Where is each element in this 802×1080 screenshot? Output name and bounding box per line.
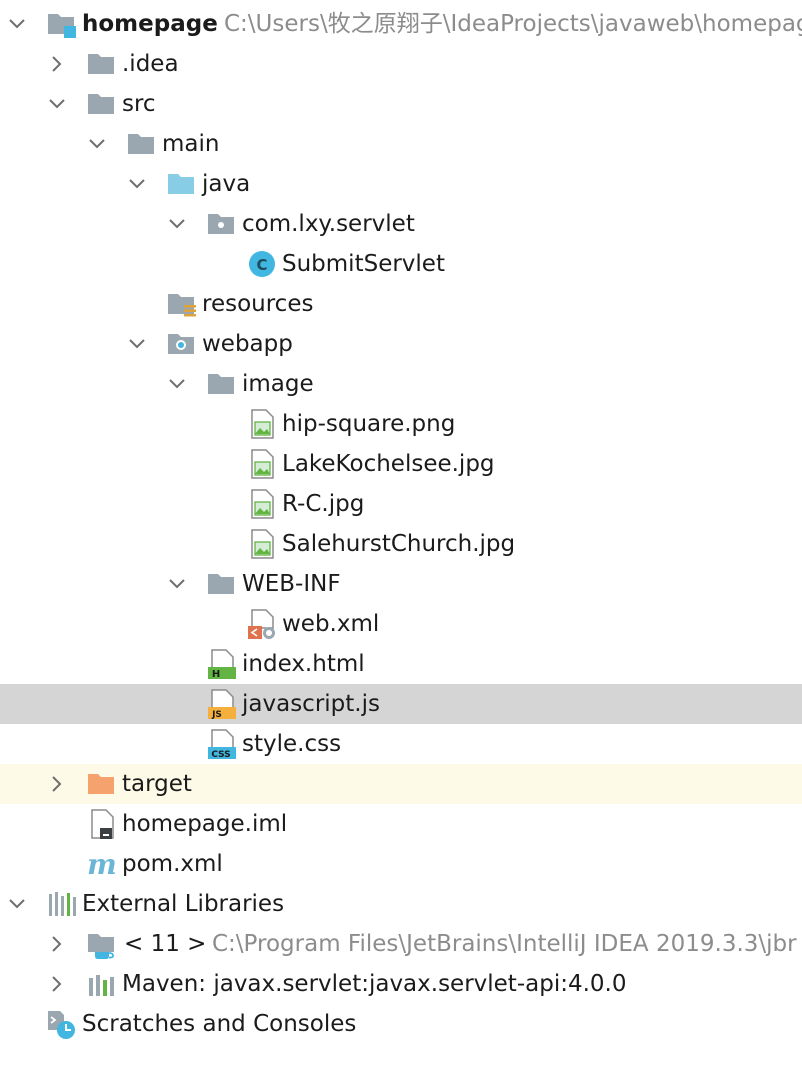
maven-icon: m [87, 848, 117, 880]
package-icon [208, 214, 234, 234]
tree-label-pom-xml: pom.xml [122, 851, 223, 877]
tree-row-image-file[interactable]: hip-square.png [0, 404, 802, 444]
image-file-icon [251, 489, 274, 519]
svg-text:H: H [212, 669, 220, 680]
svg-text:C: C [256, 256, 267, 274]
tree-label-style-css: style.css [242, 731, 342, 757]
folder-icon [208, 574, 234, 594]
source-root-icon [168, 174, 194, 194]
jdk-icon [88, 934, 114, 959]
css-file-icon: CSS [208, 729, 236, 760]
tree-row-java[interactable]: java [0, 164, 802, 204]
tree-label-image-file: SalehurstChurch.jpg [282, 531, 516, 557]
folder-icon [88, 94, 114, 114]
xml-file-icon [248, 609, 275, 639]
tree-label-javascript-js: javascript.js [242, 691, 380, 717]
tree-label-submit-servlet: SubmitServlet [282, 251, 445, 277]
js-file-icon: JS [208, 689, 236, 720]
chevron-down-icon[interactable] [168, 215, 186, 233]
image-file-icon [251, 409, 274, 439]
tree-label-scratches: Scratches and Consoles [82, 1011, 357, 1037]
chevron-right-icon[interactable] [48, 775, 66, 793]
chevron-right-icon[interactable] [48, 55, 66, 73]
tree-row-webinf[interactable]: WEB-INF [0, 564, 802, 604]
svg-text:JS: JS [211, 710, 222, 720]
svg-text:CSS: CSS [211, 750, 230, 760]
library-icon [89, 975, 114, 996]
tree-row-style-css[interactable]: CSS style.css [0, 724, 802, 764]
project-path: C:\Users\牧之原翔子\IdeaProjects\javaweb\home… [224, 11, 802, 37]
folder-icon [88, 54, 114, 74]
scratches-icon [48, 1011, 75, 1039]
class-icon: C [249, 251, 275, 277]
tree-label-idea: .idea [122, 51, 179, 77]
tree-label-index-html: index.html [242, 651, 365, 677]
library-icon [49, 892, 76, 916]
tree-row-jdk[interactable]: < 11 > C:\Program Files\JetBrains\Intell… [0, 924, 802, 964]
chevron-right-icon[interactable] [48, 975, 66, 993]
chevron-down-icon[interactable] [128, 175, 146, 193]
tree-label-target: target [122, 771, 192, 797]
tree-label-image-file: R-C.jpg [282, 491, 365, 517]
project-name: homepage [82, 11, 218, 37]
chevron-down-icon[interactable] [168, 575, 186, 593]
tree-row-webapp[interactable]: webapp [0, 324, 802, 364]
tree-row-image-file[interactable]: SalehurstChurch.jpg [0, 524, 802, 564]
svg-text:m: m [87, 848, 117, 880]
tree-row-javascript-js[interactable]: JS javascript.js [0, 684, 802, 724]
tree-label-maven-dependency: Maven: javax.servlet:javax.servlet-api:4… [122, 971, 627, 997]
chevron-down-icon[interactable] [88, 135, 106, 153]
tree-row-pom-xml[interactable]: m pom.xml [0, 844, 802, 884]
tree-label-main: main [162, 131, 220, 157]
tree-label-image: image [242, 371, 314, 397]
image-file-icon [251, 449, 274, 479]
tree-label-webinf: WEB-INF [242, 571, 341, 597]
tree-row-main[interactable]: main [0, 124, 802, 164]
tree-label-webapp: webapp [202, 331, 293, 357]
excluded-folder-icon [88, 774, 114, 794]
folder-icon [128, 134, 154, 154]
tree-label-web-xml: web.xml [282, 611, 380, 637]
image-file-icon [251, 529, 274, 559]
tree-label-homepage-iml: homepage.iml [122, 811, 288, 837]
tree-row-src[interactable]: src [0, 84, 802, 124]
chevron-down-icon[interactable] [168, 375, 186, 393]
chevron-down-icon[interactable] [8, 15, 26, 33]
jdk-path: C:\Program Files\JetBrains\IntelliJ IDEA… [212, 931, 797, 957]
tree-row-web-xml[interactable]: web.xml [0, 604, 802, 644]
tree-row-package[interactable]: com.lxy.servlet [0, 204, 802, 244]
tree-label-external-libraries: External Libraries [82, 891, 285, 917]
tree-row-index-html[interactable]: H index.html [0, 644, 802, 684]
tree-label-src: src [122, 91, 156, 117]
resources-folder-icon [168, 294, 196, 317]
tree-row-image-file[interactable]: R-C.jpg [0, 484, 802, 524]
tree-row-external-libraries[interactable]: External Libraries [0, 884, 802, 924]
folder-icon [208, 374, 234, 394]
tree-row-homepage-iml[interactable]: homepage.iml [0, 804, 802, 844]
tree-label-resources: resources [202, 291, 314, 317]
tree-row-target[interactable]: target [0, 764, 802, 804]
tree-row-image-file[interactable]: LakeKochelsee.jpg [0, 444, 802, 484]
chevron-down-icon[interactable] [8, 895, 26, 913]
tree-row-maven-dependency[interactable]: Maven: javax.servlet:javax.servlet-api:4… [0, 964, 802, 1004]
tree-row-submit-servlet[interactable]: C SubmitServlet [0, 244, 802, 284]
tree-row-image-folder[interactable]: image [0, 364, 802, 404]
jdk-version: < 11 > [124, 931, 207, 957]
tree-label-java: java [202, 171, 251, 197]
tree-row-resources[interactable]: resources [0, 284, 802, 324]
module-folder-icon [48, 14, 76, 38]
tree-row-project[interactable]: homepage C:\Users\牧之原翔子\IdeaProjects\jav… [0, 4, 802, 44]
chevron-down-icon[interactable] [128, 335, 146, 353]
tree-row-scratches[interactable]: Scratches and Consoles [0, 1004, 802, 1044]
tree-row-idea[interactable]: .idea [0, 44, 802, 84]
chevron-down-icon[interactable] [48, 95, 66, 113]
iml-file-icon [91, 809, 114, 839]
tree-label-package: com.lxy.servlet [242, 211, 415, 237]
chevron-right-icon[interactable] [48, 935, 66, 953]
project-tree: homepage C:\Users\牧之原翔子\IdeaProjects\jav… [0, 0, 802, 1080]
html-file-icon: H [208, 649, 236, 680]
tree-label-image-file: hip-square.png [282, 411, 456, 437]
web-folder-icon [168, 334, 194, 354]
tree-label-image-file: LakeKochelsee.jpg [282, 451, 495, 477]
